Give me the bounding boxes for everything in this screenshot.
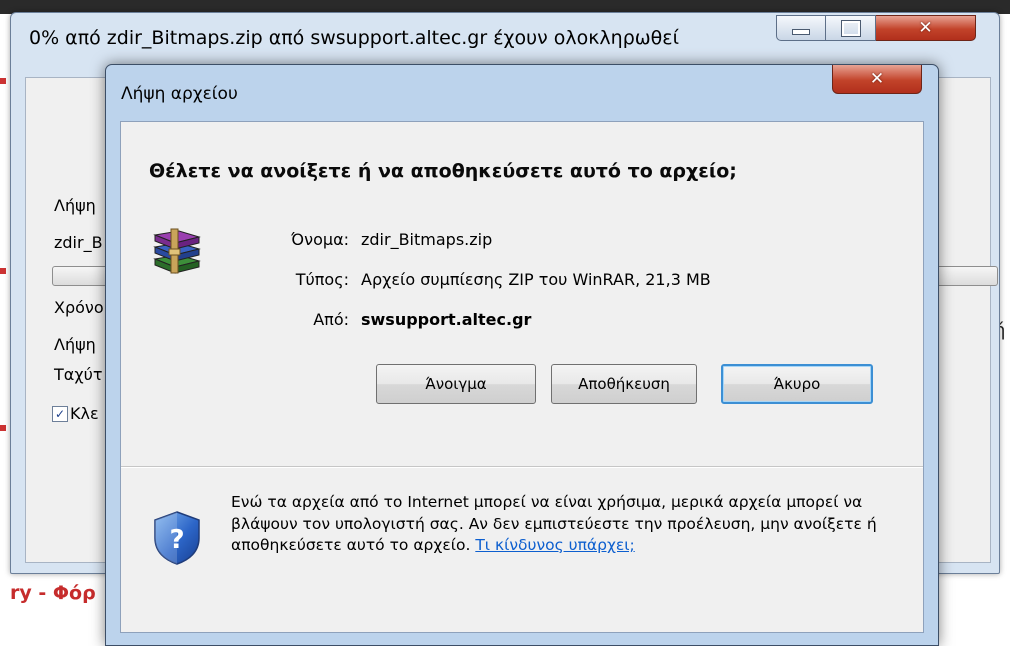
progress-close-button[interactable]: ✕	[876, 15, 976, 41]
open-button[interactable]: Άνοιγμα	[376, 364, 536, 404]
minimize-icon	[792, 29, 810, 35]
maximize-button[interactable]	[826, 15, 876, 41]
winrar-archive-icon	[153, 228, 201, 274]
dialog-title: Λήψη αρχείου	[121, 84, 238, 104]
background-mark	[0, 425, 6, 431]
close-when-done-label: Κλε	[70, 404, 99, 423]
progress-label: Λήψη	[54, 335, 96, 354]
file-name-value: zdir_Bitmaps.zip	[361, 230, 493, 249]
file-download-dialog: Λήψη αρχείου ✕ Θέλετε να ανοίξετε ή να α…	[105, 64, 939, 646]
background-mark	[0, 268, 6, 274]
divider	[121, 467, 923, 468]
progress-label: Χρόνο	[54, 298, 104, 317]
file-type-value: Αρχείο συμπίεσης ZIP του WinRAR, 21,3 MB	[361, 270, 711, 289]
cancel-button[interactable]: Άκυρο	[721, 364, 873, 404]
save-button[interactable]: Αποθήκευση	[551, 364, 697, 404]
name-label: Όνομα:	[291, 230, 349, 249]
type-label: Τύπος:	[295, 270, 349, 289]
file-source-value: swsupport.altec.gr	[361, 310, 532, 329]
background-mark	[0, 78, 6, 84]
progress-window-title: 0% από zdir_Bitmaps.zip από swsupport.al…	[29, 27, 679, 49]
dialog-close-button[interactable]: ✕	[832, 65, 922, 94]
from-label: Από:	[313, 310, 349, 329]
progress-label: zdir_B	[54, 233, 103, 252]
security-warning: Ενώ τα αρχεία από το Internet μπορεί να …	[231, 492, 891, 557]
close-icon: ✕	[869, 69, 885, 89]
maximize-icon	[840, 19, 861, 37]
progress-label: Λήψη	[54, 196, 96, 215]
dialog-question: Θέλετε να ανοίξετε ή να αποθηκεύσετε αυτ…	[149, 160, 737, 182]
progress-label: Ταχύτ	[54, 365, 103, 384]
close-icon: ✕	[918, 18, 933, 38]
close-when-done-checkbox[interactable]: ✓	[52, 406, 68, 422]
background-page-text: ry - Φόρ	[10, 582, 96, 604]
minimize-button[interactable]	[776, 15, 826, 41]
risk-info-link[interactable]: Τι κίνδυνος υπάρχει;	[475, 536, 634, 554]
security-shield-question-icon: ?	[154, 511, 200, 565]
dialog-body: Θέλετε να ανοίξετε ή να αποθηκεύσετε αυτ…	[120, 121, 924, 633]
svg-text:?: ?	[169, 525, 184, 555]
